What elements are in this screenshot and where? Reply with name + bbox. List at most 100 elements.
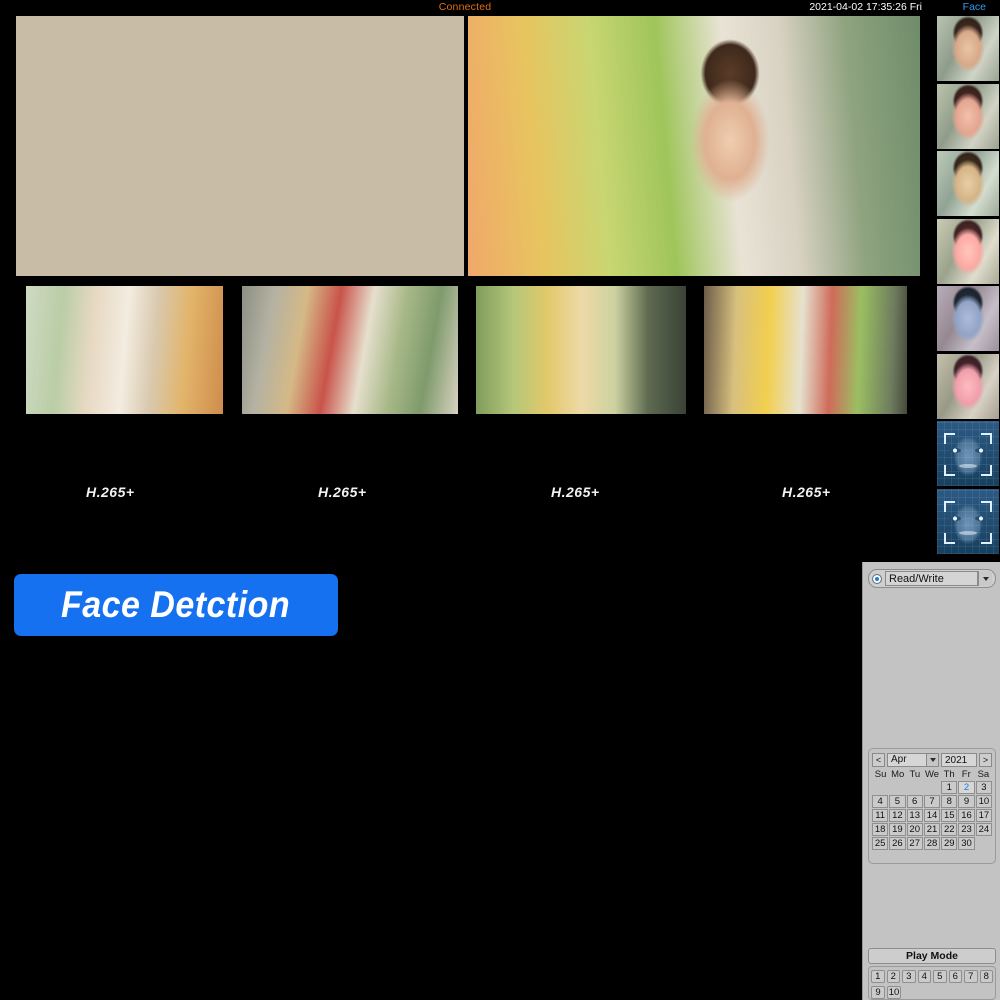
side-calendar-day-15[interactable]: 15: [941, 809, 958, 822]
side-calendar-day-29[interactable]: 29: [941, 837, 958, 850]
side-calendar-day-10[interactable]: 10: [975, 795, 992, 808]
chevron-down-icon[interactable]: [926, 753, 938, 766]
face-snapshot-8[interactable]: [937, 488, 999, 555]
side-calendar-day-17[interactable]: 17: [975, 809, 992, 822]
side-calendar-day-16[interactable]: 16: [958, 809, 975, 822]
read-write-field[interactable]: Read/Write: [885, 571, 978, 586]
side-calendar-day-23[interactable]: 23: [958, 823, 975, 836]
channel-button-grid[interactable]: 12345678 9 10: [868, 966, 996, 1000]
side-calendar-day-12[interactable]: 12: [889, 809, 906, 822]
read-write-selector[interactable]: Read/Write: [868, 569, 996, 588]
side-calendar-day-13[interactable]: 13: [906, 809, 923, 822]
side-calendar-day-6[interactable]: 6: [906, 795, 923, 808]
side-calendar-day-blank: [907, 781, 923, 794]
side-calendar-day-blank: [872, 781, 888, 794]
channel-button-2[interactable]: 2: [886, 970, 900, 983]
side-calendar-day-24[interactable]: 24: [975, 823, 992, 836]
face-snapshot-4[interactable]: [937, 218, 999, 285]
nvr-screen: Connected 2021-04-02 17:35:26 Fri Face H…: [0, 0, 1000, 1000]
lower-section: Face Detction Read/Write < Apr 2021 > Su…: [0, 562, 1000, 1000]
radio-on-icon[interactable]: [872, 573, 882, 584]
side-calendar-day-22[interactable]: 22: [941, 823, 958, 836]
play-mode-button[interactable]: Play Mode: [868, 948, 996, 964]
face-snapshot-1[interactable]: [937, 16, 999, 82]
side-calendar-day-18[interactable]: 18: [872, 823, 889, 836]
channel-button-6[interactable]: 6: [948, 970, 962, 983]
year-value[interactable]: 2021: [941, 752, 977, 767]
face-snapshot-7[interactable]: [937, 421, 999, 487]
side-calendar-day-1[interactable]: 1: [941, 781, 958, 794]
channel-button-9[interactable]: 9: [871, 986, 885, 999]
face-detection-banner: Face Detction: [14, 574, 338, 636]
side-calendar-day-2[interactable]: 2: [958, 781, 975, 794]
side-calendar-weekdays: Su Mo Tu We Th Fr Sa: [872, 769, 992, 780]
codec-label-3: H.265+: [551, 484, 600, 500]
month-value: Apr: [891, 754, 907, 765]
video-frame-channel-3: [26, 286, 223, 414]
face-snapshot-6[interactable]: [937, 353, 999, 420]
video-tile-channel-6[interactable]: [704, 286, 907, 414]
channel-button-3[interactable]: 3: [902, 970, 916, 983]
side-calendar-day-20[interactable]: 20: [906, 823, 923, 836]
top-status-bar: Connected 2021-04-02 17:35:26 Fri Face: [0, 0, 1000, 16]
side-calendar-day-4[interactable]: 4: [872, 795, 889, 808]
side-calendar-day-21[interactable]: 21: [923, 823, 941, 836]
face-snapshot-5[interactable]: [937, 286, 999, 352]
side-calendar-day-19[interactable]: 19: [889, 823, 906, 836]
side-calendar-weekday: Mo: [891, 769, 905, 780]
side-calendar-weekday: Su: [874, 769, 887, 780]
face-mesh-icon: [937, 488, 999, 554]
channel-button-7[interactable]: 7: [964, 970, 978, 983]
connection-status-text: Connected: [438, 1, 492, 13]
side-calendar-day-3[interactable]: 3: [975, 781, 992, 794]
channel-button-5[interactable]: 5: [933, 970, 947, 983]
side-calendar-day-27[interactable]: 27: [906, 837, 923, 850]
video-frame-channel-6: [704, 286, 907, 414]
side-calendar-days[interactable]: 1 2 3 4 5 6 7 8 9 10 11 12 13 14 15 16 17 18 19 20 21 22 23 24 2…: [872, 781, 992, 850]
side-calendar-weekday: Fr: [961, 769, 971, 780]
side-calendar-day-30[interactable]: 30: [958, 837, 975, 850]
side-calendar[interactable]: < Apr 2021 > Su Mo Tu We Th Fr Sa 1 2 3 4 5 6 7 8 9 10 1…: [868, 748, 996, 864]
side-calendar-header: < Apr 2021 >: [872, 752, 992, 767]
video-tile-channel-3[interactable]: [26, 286, 223, 414]
side-calendar-day-14[interactable]: 14: [923, 809, 941, 822]
side-calendar-day-5[interactable]: 5: [889, 795, 906, 808]
side-calendar-day-25[interactable]: 25: [872, 837, 889, 850]
read-write-value: Read/Write: [889, 572, 944, 585]
side-calendar-day-28[interactable]: 28: [923, 837, 941, 850]
side-calendar-day-8[interactable]: 8: [941, 795, 958, 808]
channel-button-8[interactable]: 8: [979, 970, 993, 983]
video-tile-channel-1[interactable]: [16, 16, 464, 276]
video-tile-channel-2[interactable]: [468, 16, 920, 276]
face-snapshot-2[interactable]: [937, 83, 999, 150]
side-calendar-day-11[interactable]: 11: [872, 809, 889, 822]
face-thumbnail: [937, 151, 999, 216]
video-tile-channel-4[interactable]: [242, 286, 458, 414]
codec-label-4: H.265+: [782, 484, 831, 500]
prev-month-button[interactable]: <: [872, 752, 885, 767]
side-calendar-day-26[interactable]: 26: [889, 837, 906, 850]
face-detection-banner-text: Face Detction: [61, 584, 291, 625]
next-month-button[interactable]: >: [979, 752, 992, 767]
month-select[interactable]: Apr: [887, 752, 939, 767]
side-calendar-weekday: Th: [943, 769, 955, 780]
face-panel-tab[interactable]: Face: [963, 1, 986, 13]
side-calendar-day-7[interactable]: 7: [923, 795, 941, 808]
video-tile-channel-5[interactable]: [476, 286, 686, 414]
side-calendar-weekday: We: [924, 769, 940, 780]
face-thumbnail: [937, 83, 999, 149]
side-calendar-day-9[interactable]: 9: [958, 795, 975, 808]
video-frame-channel-1: [16, 16, 464, 276]
face-thumbnail: [937, 286, 999, 351]
channel-button-4[interactable]: 4: [917, 970, 931, 983]
face-mesh-icon: [937, 421, 999, 486]
face-thumbnail: [937, 353, 999, 419]
channel-button-row-2[interactable]: 9 10: [871, 986, 993, 999]
channel-button-10[interactable]: 10: [887, 986, 901, 999]
chevron-down-icon[interactable]: [978, 571, 992, 586]
channel-button-row-1[interactable]: 12345678: [871, 970, 993, 983]
video-frame-channel-5: [476, 286, 686, 414]
face-snapshot-strip[interactable]: [937, 16, 999, 558]
channel-button-1[interactable]: 1: [871, 970, 885, 983]
face-snapshot-3[interactable]: [937, 151, 999, 217]
